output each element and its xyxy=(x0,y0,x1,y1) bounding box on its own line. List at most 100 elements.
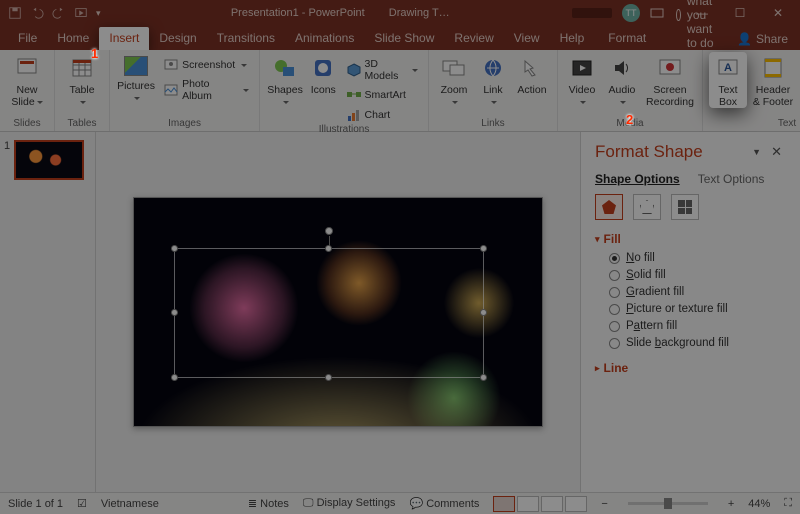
notes-button[interactable]: ≣ Notes xyxy=(248,497,289,510)
tab-slide-show[interactable]: Slide Show xyxy=(364,27,444,50)
action-button[interactable]: Action xyxy=(513,52,551,96)
status-bar: Slide 1 of 1 ☑ Vietnamese ≣ Notes 🖵 Disp… xyxy=(0,492,800,514)
save-icon[interactable] xyxy=(8,6,22,20)
size-properties-category[interactable] xyxy=(671,194,699,220)
icons-button[interactable]: Icons xyxy=(308,52,339,96)
reading-view-button[interactable] xyxy=(541,496,563,512)
tab-view[interactable]: View xyxy=(504,27,550,50)
zoom-out-button[interactable]: − xyxy=(601,498,607,510)
resize-handle[interactable] xyxy=(325,245,332,252)
header-footer-button[interactable]: Header& Footer xyxy=(751,52,795,108)
undo-icon[interactable] xyxy=(30,6,44,20)
text-options-tab[interactable]: Text Options xyxy=(698,172,765,186)
zoom-slider[interactable] xyxy=(628,502,708,505)
zoom-in-button[interactable]: + xyxy=(728,498,734,510)
screenshot-button[interactable]: Screenshot xyxy=(160,56,253,74)
pane-close-button[interactable]: ✕ xyxy=(767,144,786,160)
title-center: Presentation1 - PowerPoint Drawing T… xyxy=(109,7,572,19)
workspace: 1 Format Shape xyxy=(0,132,800,492)
zoom-level[interactable]: 44% xyxy=(748,498,770,510)
gradient-fill-radio[interactable]: Gradient fill xyxy=(609,286,786,298)
rotation-handle[interactable] xyxy=(325,227,333,235)
shapes-icon xyxy=(272,56,298,80)
lightbulb-icon xyxy=(676,9,681,21)
format-shape-pane: Format Shape ▼ ✕ Shape Options Text Opti… xyxy=(580,132,800,492)
resize-handle[interactable] xyxy=(171,374,178,381)
tab-design[interactable]: Design xyxy=(149,27,206,50)
tab-insert[interactable]: Insert xyxy=(99,27,149,50)
zoom-thumb[interactable] xyxy=(664,498,672,509)
ribbon-tabs: File Home Insert Design Transitions Anim… xyxy=(0,26,800,50)
audio-button[interactable]: Audio xyxy=(604,52,640,108)
slide-thumbnail-rail: 1 xyxy=(0,132,96,492)
account-avatar[interactable]: TT xyxy=(622,4,640,22)
cube-icon xyxy=(347,63,361,77)
fill-line-category[interactable] xyxy=(595,194,623,220)
tab-transitions[interactable]: Transitions xyxy=(207,27,285,50)
smartart-icon xyxy=(347,88,361,102)
spell-check-icon[interactable]: ☑ xyxy=(77,497,87,510)
text-box-button[interactable]: A TextBox xyxy=(709,52,747,108)
resize-handle[interactable] xyxy=(480,309,487,316)
tab-help[interactable]: Help xyxy=(550,27,595,50)
close-window-button[interactable]: ✕ xyxy=(764,6,792,20)
slide-background-fill-radio[interactable]: Slide background fill xyxy=(609,337,786,349)
link-button[interactable]: Link xyxy=(477,52,509,108)
contextual-tab-group: Drawing T… xyxy=(389,7,450,19)
no-fill-radio[interactable]: No fill xyxy=(609,252,786,264)
line-section-header[interactable]: Line xyxy=(595,361,786,375)
chart-button[interactable]: Chart xyxy=(343,106,422,124)
tab-animations[interactable]: Animations xyxy=(285,27,364,50)
maximize-button[interactable]: ☐ xyxy=(726,6,754,20)
tell-me-search[interactable]: Tell me what you want to do xyxy=(676,0,725,50)
slide-indicator[interactable]: Slide 1 of 1 xyxy=(8,498,63,510)
normal-view-button[interactable] xyxy=(493,496,515,512)
display-settings-button[interactable]: 🖵 Display Settings xyxy=(303,497,396,510)
slide-sorter-view-button[interactable] xyxy=(517,496,539,512)
fit-to-window-button[interactable]: ⛶ xyxy=(784,497,792,510)
shapes-button[interactable]: Shapes xyxy=(266,52,304,108)
resize-handle[interactable] xyxy=(171,245,178,252)
3d-models-button[interactable]: 3D Models xyxy=(343,56,422,84)
pane-options-icon[interactable]: ▼ xyxy=(746,147,767,157)
group-label-tables: Tables xyxy=(61,118,103,131)
zoom-icon xyxy=(441,56,467,80)
slideshow-view-button[interactable] xyxy=(565,496,587,512)
tab-file[interactable]: File xyxy=(8,27,47,50)
photo-album-button[interactable]: Photo Album xyxy=(160,76,253,104)
tab-format[interactable]: Format xyxy=(598,27,656,50)
redo-icon[interactable] xyxy=(52,6,66,20)
qat-customize-icon[interactable]: ▾ xyxy=(96,8,101,19)
effects-category[interactable] xyxy=(633,194,661,220)
new-slide-button[interactable]: New Slide xyxy=(6,52,48,108)
video-icon xyxy=(569,56,595,80)
radio-icon xyxy=(609,270,620,281)
shape-options-tab[interactable]: Shape Options xyxy=(595,172,680,186)
solid-fill-radio[interactable]: Solid fill xyxy=(609,269,786,281)
comments-button[interactable]: 💬 Comments xyxy=(409,497,479,510)
fill-section-header[interactable]: Fill xyxy=(595,232,786,246)
thumbnail-1[interactable]: 1 xyxy=(4,140,91,180)
resize-handle[interactable] xyxy=(171,309,178,316)
selected-text-box[interactable] xyxy=(174,248,484,378)
slide-canvas-area[interactable] xyxy=(96,132,580,492)
resize-handle[interactable] xyxy=(480,245,487,252)
new-slide-icon xyxy=(14,56,40,80)
pictures-button[interactable]: Pictures xyxy=(116,52,156,104)
share-button[interactable]: 👤Share xyxy=(725,28,800,50)
start-from-beginning-icon[interactable] xyxy=(74,6,88,20)
pattern-fill-radio[interactable]: Pattern fill xyxy=(609,320,786,332)
language-indicator[interactable]: Vietnamese xyxy=(101,498,159,510)
screen-recording-button[interactable]: ScreenRecording xyxy=(644,52,696,108)
action-icon xyxy=(519,56,545,80)
video-button[interactable]: Video xyxy=(564,52,600,108)
tab-review[interactable]: Review xyxy=(444,27,503,50)
resize-handle[interactable] xyxy=(325,374,332,381)
view-buttons xyxy=(493,496,587,512)
zoom-button[interactable]: Zoom xyxy=(435,52,473,108)
ribbon-display-options-icon[interactable] xyxy=(650,8,678,18)
group-illustrations: Shapes Icons 3D Models SmartArt Chart Il… xyxy=(260,50,429,131)
picture-texture-fill-radio[interactable]: Picture or texture fill xyxy=(609,303,786,315)
smartart-button[interactable]: SmartArt xyxy=(343,86,422,104)
resize-handle[interactable] xyxy=(480,374,487,381)
